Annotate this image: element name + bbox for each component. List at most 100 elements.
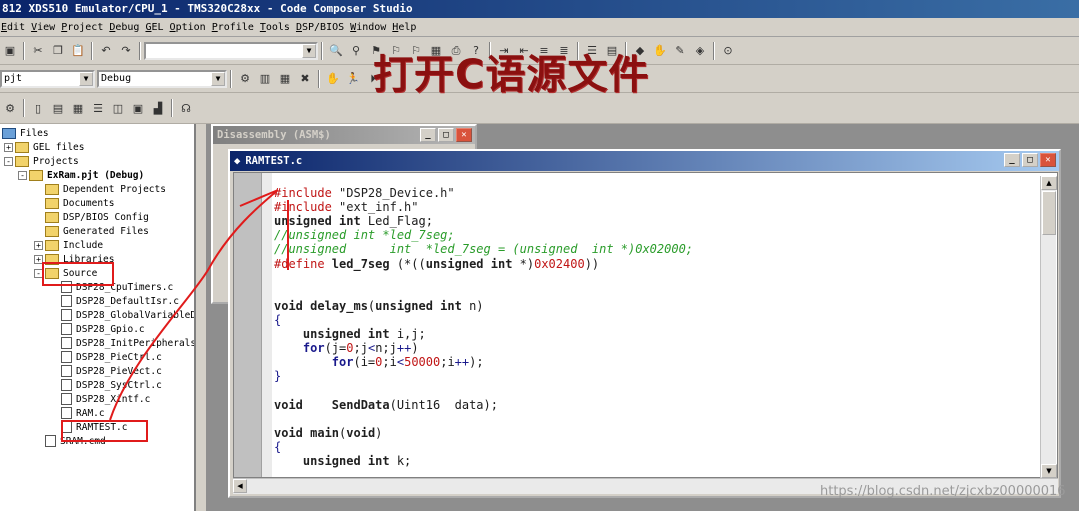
tree-folder-item[interactable]: + Include (34, 238, 103, 252)
register-window-icon[interactable]: ▤ (50, 100, 66, 116)
code-line[interactable]: { (274, 313, 281, 327)
tree-folder-item[interactable]: Dependent Projects (45, 182, 166, 196)
scroll-thumb[interactable] (1042, 191, 1056, 235)
code-line[interactable]: #include "DSP28_Device.h" (274, 186, 455, 200)
chevron-down-icon[interactable]: ▼ (79, 71, 93, 86)
find-next-icon[interactable]: ⚲ (348, 43, 364, 59)
undo-icon[interactable]: ↶ (98, 43, 114, 59)
maximize-button[interactable]: □ (1022, 153, 1038, 167)
code-line[interactable]: { (274, 440, 281, 454)
incremental-build-icon[interactable]: ▥ (257, 71, 273, 87)
code-line[interactable]: //unsigned int *led_7seg; (274, 228, 455, 242)
code-line[interactable]: #include "ext_inf.h" (274, 200, 419, 214)
menu-edit[interactable]: Edit (0, 22, 30, 33)
menu-debug[interactable]: Debug (108, 22, 144, 33)
close-button[interactable]: ✕ (1040, 153, 1056, 167)
tree-folder-item[interactable]: Documents (45, 196, 114, 210)
tree-file-item[interactable]: DSP28_SysCtrl.c (61, 378, 162, 392)
profile-point-icon[interactable]: ◈ (692, 43, 708, 59)
profiler-icon[interactable]: ☊ (178, 100, 194, 116)
scroll-left-icon[interactable]: ◀ (233, 479, 247, 493)
code-line[interactable]: void main(void) (274, 426, 382, 440)
close-button[interactable]: ✕ (456, 128, 472, 142)
pane-splitter[interactable] (196, 124, 206, 511)
chevron-down-icon[interactable]: ▼ (211, 71, 225, 86)
scroll-up-icon[interactable]: ▲ (1041, 176, 1057, 190)
tree-root[interactable]: Files (2, 126, 49, 140)
menu-tools[interactable]: Tools (259, 22, 295, 33)
watch-icon[interactable]: ⊙ (720, 43, 736, 59)
collapse-icon[interactable]: - (4, 156, 13, 166)
tree-file-item[interactable]: DSP28_Xintf.c (61, 392, 150, 406)
copy-icon[interactable]: ❐ (50, 43, 66, 59)
collapse-icon[interactable]: - (18, 170, 27, 180)
memory-window-icon[interactable]: ▯ (30, 100, 46, 116)
watermark: https://blog.csdn.net/zjcxbz00000016 (820, 484, 1066, 499)
disassembly-window-icon[interactable]: ☰ (90, 100, 106, 116)
vertical-scrollbar[interactable]: ▲ ▼ (1040, 176, 1057, 478)
save-icon[interactable]: ▣ (2, 43, 18, 59)
code-line[interactable]: } (274, 369, 281, 383)
tree-folder-item[interactable]: + GEL files (4, 140, 84, 154)
code-line[interactable]: unsigned int k; (274, 454, 411, 468)
remove-breakpoint-icon[interactable]: ✋ (652, 43, 668, 59)
code-token: unsigned int (302, 327, 397, 341)
run-icon[interactable]: 🏃 (345, 71, 361, 87)
tree-file-item[interactable]: DSP28_PieCtrl.c (61, 350, 162, 364)
project-combo[interactable]: pjt ▼ (0, 69, 95, 88)
maximize-button[interactable]: □ (438, 128, 454, 142)
menu-dsp-bios[interactable]: DSP/BIOS (295, 22, 349, 33)
call-stack-icon[interactable]: ▟ (150, 100, 166, 116)
editor-title-bar[interactable]: ◆ RAMTEST.c _ □ ✕ (230, 151, 1059, 171)
rebuild-all-icon[interactable]: ▦ (277, 71, 293, 87)
menu-help[interactable]: Help (391, 22, 421, 33)
tree-file-item[interactable]: DSP28_DefaultIsr.c (61, 294, 179, 308)
paste-icon[interactable]: 📋 (70, 43, 86, 59)
code-line[interactable]: void SendData(Uint16 data); (274, 398, 498, 412)
tree-folder-item[interactable]: Generated Files (45, 224, 149, 238)
code-line[interactable]: for(i=0;i<50000;i++); (274, 355, 484, 369)
redo-icon[interactable]: ↷ (118, 43, 134, 59)
halt-icon[interactable]: ✋ (325, 71, 341, 87)
code-line[interactable]: unsigned int Led_Flag; (274, 214, 433, 228)
plugin-icon[interactable]: ⚙ (2, 100, 18, 116)
tree-folder-item[interactable]: - Projects (4, 154, 79, 168)
stop-build-icon[interactable]: ✖ (297, 71, 313, 87)
menu-view[interactable]: View (30, 22, 60, 33)
menu-profile[interactable]: Profile (211, 22, 259, 33)
code-line[interactable]: unsigned int i,j; (274, 327, 426, 341)
disassembly-title-bar[interactable]: Disassembly (ASM$) _ □ ✕ (213, 126, 475, 144)
tree-file-item[interactable]: RAM.c (61, 406, 105, 420)
scroll-down-icon[interactable]: ▼ (1041, 464, 1057, 478)
code-line[interactable]: for(j=0;j<n;j++) (274, 341, 419, 355)
code-line[interactable]: void delay_ms(unsigned int n) (274, 299, 484, 313)
minimize-button[interactable]: _ (1004, 153, 1020, 167)
tree-file-item[interactable]: DSP28_Gpio.c (61, 322, 145, 336)
compile-file-icon[interactable]: ⚙ (237, 71, 253, 87)
expand-icon[interactable]: + (4, 142, 13, 152)
tree-folder-item[interactable]: DSP/BIOS Config (45, 210, 149, 224)
menu-project[interactable]: Project (60, 22, 108, 33)
find-icon[interactable]: 🔍 (328, 43, 344, 59)
graph-window-icon[interactable]: ◫ (110, 100, 126, 116)
minimize-button[interactable]: _ (420, 128, 436, 142)
editor-gutter[interactable] (234, 173, 262, 477)
watch-window-icon[interactable]: ▦ (70, 100, 86, 116)
menu-window[interactable]: Window (349, 22, 391, 33)
tree-file-item[interactable]: DSP28_InitPeripherals.c (61, 336, 194, 350)
cut-icon[interactable]: ✂ (30, 43, 46, 59)
expand-icon[interactable]: + (34, 240, 43, 250)
code-editor[interactable]: #include "DSP28_Device.h" #include "ext_i… (233, 172, 1058, 478)
probe-point-icon[interactable]: ✎ (672, 43, 688, 59)
tree-folder-item[interactable]: - ExRam.pjt (Debug) (18, 168, 144, 182)
tree-file-item[interactable]: DSP28_GlobalVariableDefs.c (61, 308, 194, 322)
config-combo[interactable]: Debug ▼ (97, 69, 227, 88)
tree-file-item[interactable]: DSP28_PieVect.c (61, 364, 162, 378)
search-combo[interactable]: ▼ (144, 41, 318, 60)
code-line[interactable]: #define led_7seg (*((unsigned int *)0x02… (274, 257, 599, 271)
code-line[interactable]: //unsigned int *led_7seg = (unsigned int… (274, 242, 693, 256)
image-window-icon[interactable]: ▣ (130, 100, 146, 116)
chevron-down-icon[interactable]: ▼ (302, 43, 316, 58)
menu-gel[interactable]: GEL (144, 22, 168, 33)
menu-option[interactable]: Option (169, 22, 211, 33)
